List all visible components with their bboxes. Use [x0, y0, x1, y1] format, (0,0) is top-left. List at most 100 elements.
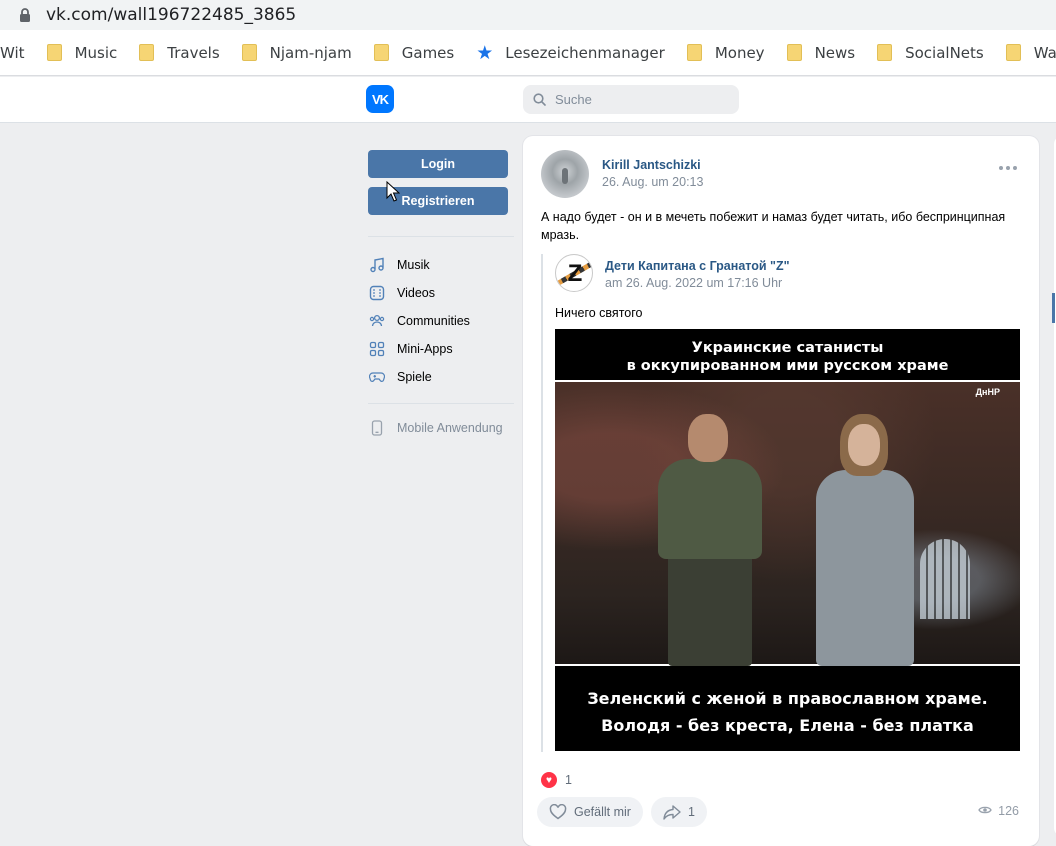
sidebar-item-games[interactable]: Spiele: [368, 363, 514, 391]
church-window: [920, 539, 970, 619]
author-avatar[interactable]: [541, 150, 589, 198]
share-button[interactable]: 1: [650, 797, 707, 827]
bookmark-label: Travels: [167, 43, 220, 62]
bookmark-games[interactable]: Games: [373, 43, 455, 62]
post-actions: Gefällt mir 1: [537, 797, 715, 827]
bookmark-music[interactable]: Music: [46, 43, 118, 62]
post-author-link[interactable]: Kirill Jantschizki: [602, 158, 701, 172]
sidebar-item-communities[interactable]: Communities: [368, 307, 514, 335]
mouse-cursor-icon: [386, 181, 400, 202]
views-counter: 126: [978, 804, 1019, 818]
repost-avatar[interactable]: Z: [555, 254, 593, 292]
login-button[interactable]: Login: [368, 150, 508, 178]
folder-icon: [46, 44, 62, 61]
eye-icon: [978, 804, 992, 818]
photo-person-woman: [810, 414, 920, 666]
bookmark-war[interactable]: War: [1005, 43, 1056, 62]
image-caption-top-line-1: Украинские сатанисты: [691, 340, 884, 356]
bookmark-wit[interactable]: Wit: [0, 44, 25, 62]
right-column-marker: [1052, 293, 1055, 323]
folder-icon: [686, 44, 702, 61]
reactions-summary[interactable]: ♥ 1: [541, 772, 572, 788]
folder-icon: [877, 44, 893, 61]
sidebar-divider: [368, 403, 514, 404]
communities-icon: [369, 313, 385, 329]
folder-icon: [139, 44, 155, 61]
sidebar-item-music[interactable]: Musik: [368, 251, 514, 279]
repost-block: Z Дети Капитана с Гранатой "Z" am 26. Au…: [541, 254, 1021, 752]
sidebar-secondary-menu: Mobile Anwendung: [368, 414, 514, 442]
bookmark-label: Njam-njam: [269, 43, 352, 62]
post-image[interactable]: Украинские сатанисты в оккупированном им…: [555, 329, 1020, 751]
sidebar-item-label: Mini-Apps: [397, 342, 453, 356]
post-date[interactable]: 26. Aug. um 20:13: [602, 175, 703, 189]
folder-icon: [786, 44, 802, 61]
share-count: 1: [687, 805, 695, 819]
more-options-icon[interactable]: [999, 166, 1017, 172]
bookmark-manager[interactable]: ★ Lesezeichenmanager: [476, 42, 665, 64]
video-icon: [369, 285, 385, 301]
bookmark-label: Wit: [0, 43, 25, 62]
sidebar-item-label: Videos: [397, 286, 435, 300]
bookmark-label: Music: [74, 43, 118, 62]
bookmark-label: War: [1033, 43, 1056, 62]
bookmarks-bar: Wit Music Travels Njam-njam Games ★ Lesez…: [0, 30, 1056, 76]
mini-apps-icon: [369, 341, 385, 357]
sidebar-item-label: Spiele: [397, 370, 432, 384]
bookmark-money[interactable]: Money: [686, 43, 765, 62]
views-count: 126: [998, 804, 1019, 818]
sidebar-item-label: Communities: [397, 314, 470, 328]
url-text[interactable]: vk.com/wall196722485_3865: [46, 5, 296, 25]
like-button[interactable]: Gefällt mir: [537, 797, 643, 827]
image-caption-bottom-line-1: Зеленский с женой в православном храме.: [587, 689, 988, 708]
folder-icon: [241, 44, 257, 61]
repost-date[interactable]: am 26. Aug. 2022 um 17:16 Uhr: [605, 276, 782, 290]
sidebar-divider: [368, 236, 514, 237]
bookmark-njam-njam[interactable]: Njam-njam: [241, 43, 352, 62]
sidebar-item-mini-apps[interactable]: Mini-Apps: [368, 335, 514, 363]
image-caption-top-line-2: в оккупированном ими русском храме: [626, 358, 949, 374]
reactions-count: 1: [565, 773, 572, 787]
sidebar-item-mobile-app[interactable]: Mobile Anwendung: [368, 414, 514, 442]
search-icon: [533, 93, 546, 106]
bookmark-label: Games: [401, 43, 455, 62]
bookmark-label: News: [814, 43, 856, 62]
post-text: А надо будет - он и в мечеть побежит и н…: [541, 210, 1006, 242]
repost-author-link[interactable]: Дети Капитана с Гранатой "Z": [605, 259, 790, 273]
folder-icon: [373, 44, 389, 61]
vk-logo[interactable]: VK: [366, 85, 394, 113]
share-icon: [663, 804, 681, 820]
sidebar-menu: Musik Videos Communities Mini-Apps Spiel…: [368, 251, 514, 391]
lock-icon: [18, 7, 32, 23]
sidebar-item-label: Mobile Anwendung: [397, 421, 503, 435]
gamepad-icon: [368, 369, 386, 385]
repost-avatar-letter: Z: [567, 260, 583, 287]
wall-post: Kirill Jantschizki 26. Aug. um 20:13 А н…: [523, 136, 1039, 846]
bookmark-label: Lesezeichenmanager: [505, 43, 665, 62]
sidebar-item-videos[interactable]: Videos: [368, 279, 514, 307]
sidebar-item-label: Musik: [397, 258, 430, 272]
music-icon: [369, 257, 385, 273]
vk-header: VK: [0, 77, 1056, 123]
folder-icon: [1005, 44, 1021, 61]
search-box[interactable]: [523, 85, 739, 114]
bookmark-socialnets[interactable]: SocialNets: [877, 44, 984, 62]
search-input[interactable]: [555, 92, 725, 107]
image-caption-top: Украинские сатанисты в оккупированном им…: [555, 329, 1020, 377]
like-label: Gefällt mir: [574, 805, 631, 819]
image-caption-bottom-line-2: Володя - без креста, Елена - без платка: [601, 716, 974, 735]
bookmark-label: SocialNets: [905, 43, 984, 62]
photo-scene: [555, 380, 1020, 666]
heart-icon: [549, 803, 567, 820]
phone-icon: [369, 420, 385, 436]
star-icon: ★: [476, 41, 494, 64]
image-caption-bottom: Зеленский с женой в православном храме. …: [555, 671, 1020, 751]
bookmark-label: Money: [714, 43, 765, 62]
browser-address-bar[interactable]: vk.com/wall196722485_3865: [0, 0, 1056, 30]
photo-person-man: [650, 414, 770, 666]
image-watermark: ДнНР: [975, 387, 1000, 397]
bookmark-travels[interactable]: Travels: [139, 43, 220, 62]
heart-reaction-icon: ♥: [541, 772, 557, 788]
bookmark-news[interactable]: News: [786, 43, 856, 62]
repost-text: Ничего святого: [555, 306, 643, 320]
